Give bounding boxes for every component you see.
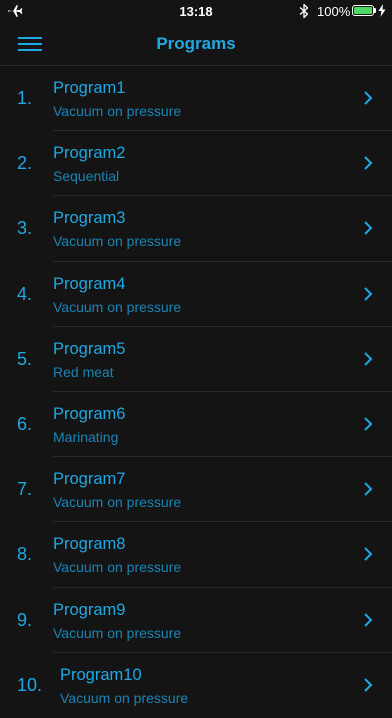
program-mode: Vacuum on pressure	[53, 298, 182, 315]
program-index: 2.	[17, 153, 33, 174]
chevron-right-icon	[364, 482, 373, 496]
program-mode: Marinating	[53, 428, 119, 445]
chevron-right-icon	[364, 286, 373, 301]
charging-bolt-icon	[378, 4, 386, 17]
chevron-right-icon	[364, 156, 373, 170]
navigation-bar: Programs	[0, 22, 392, 66]
program-name: Program7	[53, 470, 126, 489]
chevron-right-icon	[364, 221, 373, 236]
chevron-right-icon	[364, 91, 373, 105]
program-index: 7.	[17, 479, 33, 500]
program-mode: Vacuum on pressure	[53, 624, 182, 641]
program-list: 1. Program1 Vacuum on pressure 2. Progra…	[0, 66, 392, 718]
program-index: 1.	[17, 88, 33, 108]
program-name: Program1	[53, 79, 126, 97]
program-mode: Vacuum on pressure	[53, 233, 182, 250]
program-row[interactable]: 2. Program2 Sequential	[0, 131, 392, 197]
program-index: 3.	[17, 218, 33, 239]
program-name: Program9	[53, 600, 126, 619]
battery-tip	[374, 8, 376, 13]
program-row[interactable]: 1. Program1 Vacuum on pressure	[0, 66, 392, 132]
program-row[interactable]: 3. Program3 Vacuum on pressure	[0, 196, 392, 262]
bluetooth-icon	[299, 3, 309, 19]
program-name: Program2	[53, 144, 126, 163]
battery-percent: 100%	[317, 4, 351, 19]
program-mode: Red meat	[53, 363, 114, 380]
program-row[interactable]: 4. Program4 Vacuum on pressure	[0, 262, 392, 327]
program-row[interactable]: 10. Program10 Vacuum on pressure	[0, 653, 392, 718]
program-row[interactable]: 7. Program7 Vacuum on pressure	[0, 457, 392, 523]
chevron-right-icon	[364, 612, 373, 627]
program-index: 10.	[17, 674, 43, 695]
program-name: Program10	[60, 665, 142, 684]
chevron-right-icon	[364, 352, 373, 366]
program-mode: Vacuum on pressure	[53, 559, 182, 576]
chevron-right-icon	[364, 677, 373, 692]
program-index: 4.	[17, 283, 33, 304]
battery-level	[354, 7, 372, 14]
program-name: Program5	[53, 339, 126, 358]
program-mode: Vacuum on pressure	[60, 689, 189, 706]
program-mode: Vacuum on pressure	[53, 494, 182, 511]
program-index: 5.	[17, 348, 33, 369]
chevron-right-icon	[364, 417, 373, 431]
program-name: Program3	[53, 209, 126, 228]
program-row[interactable]: 9. Program9 Vacuum on pressure	[0, 588, 392, 653]
page-title: Programs	[156, 34, 236, 53]
chevron-right-icon	[364, 547, 373, 562]
program-name: Program6	[53, 404, 126, 423]
program-index: 8.	[17, 544, 33, 565]
program-mode: Sequential	[53, 168, 120, 185]
status-bar: 13:18 100%	[0, 0, 392, 22]
program-row[interactable]: 6. Program6 Marinating	[0, 392, 392, 458]
program-row[interactable]: 5. Program5 Red meat	[0, 327, 392, 392]
program-name: Program8	[53, 535, 126, 554]
program-row[interactable]: 8. Program8 Vacuum on pressure	[0, 522, 392, 588]
program-name: Program4	[53, 274, 126, 293]
battery-icon	[352, 5, 374, 16]
program-index: 6.	[17, 413, 33, 434]
program-mode: Vacuum on pressure	[53, 103, 182, 119]
program-index: 9.	[17, 609, 33, 630]
